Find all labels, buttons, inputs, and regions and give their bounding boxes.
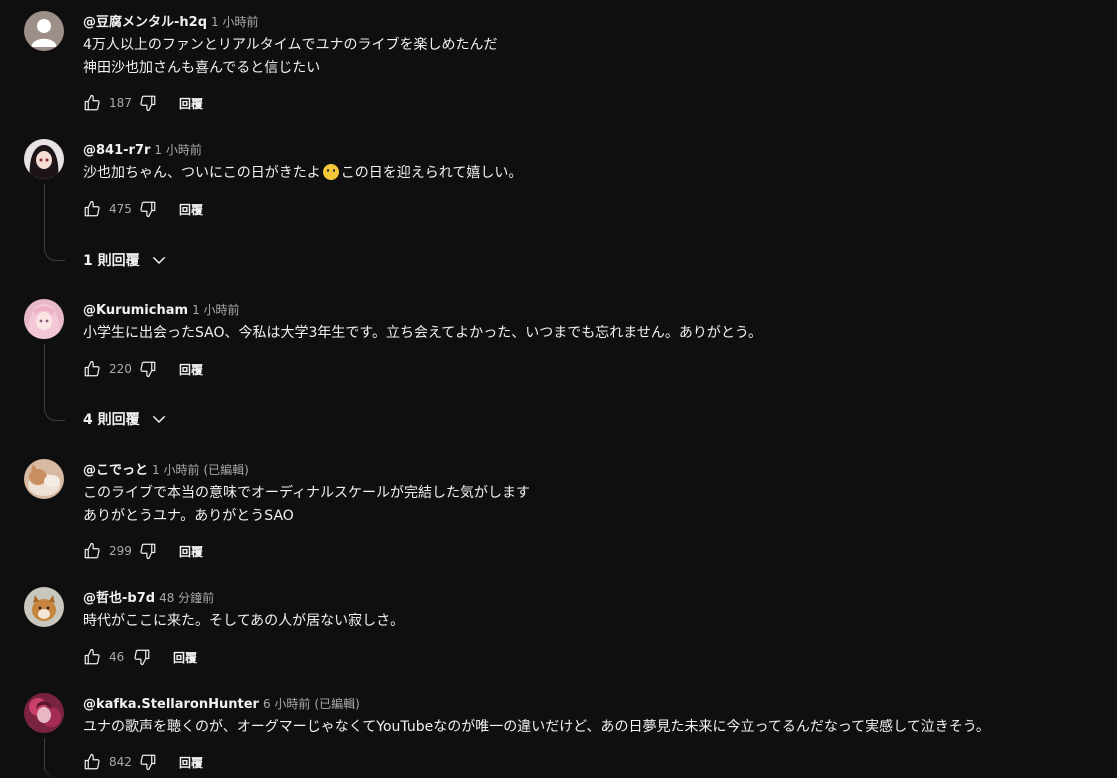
comment-text-line: 小学生に出会ったSAO、今私は大学3年生です。立ち会えてよかった、いつまでも忘れ… [83,325,763,341]
avatar[interactable] [24,299,64,339]
view-replies-button[interactable]: 4 則回覆 [83,408,168,430]
comment-text: 4万人以上のファンとリアルタイムでユナのライブを楽しめたんだ 神田沙也加さんも喜… [83,34,498,80]
reply-button[interactable]: 回覆 [173,649,197,666]
comment-header: @841-r7r 1 小時前 [83,139,202,159]
comment-text-line: ユナの歌声を聴くのが、オーグマーじゃなくてYouTubeなのが唯一の違いだけど、… [83,719,990,735]
comment-text: ユナの歌声を聴くのが、オーグマーじゃなくてYouTubeなのが唯一の違いだけど、… [83,716,990,739]
thumbs-up-icon[interactable] [83,753,101,771]
comment-time[interactable]: 6 小時前 [263,697,310,711]
thumbs-up-icon[interactable] [83,360,101,378]
thumbs-up-icon[interactable] [83,94,101,112]
thread-line [44,344,65,421]
thread-line [44,184,65,261]
comment-text-segment: 沙也加ちゃん、ついにこの日がきたよ [83,165,321,181]
like-count: 187 [109,96,132,110]
chevron-down-icon [150,410,168,428]
thumbs-up-icon[interactable] [83,542,101,560]
comment-actions: 46 回覆 [83,645,197,669]
comment-text-line: このライブで本当の意味でオーディナルスケールが完結した気がします [83,485,531,501]
thumbs-down-icon[interactable] [139,542,157,560]
reply-button[interactable]: 回覆 [179,754,203,771]
avatar[interactable] [24,587,64,627]
chevron-down-icon [150,251,168,269]
avatar[interactable] [24,139,64,179]
comment-actions: 475 回覆 [83,197,203,221]
thread-line [44,738,65,778]
like-count: 220 [109,362,132,376]
comment-actions: 842 回覆 [83,750,203,774]
comment-header: @こでっと 1 小時前 (已編輯) [83,459,249,479]
replies-count-label: 4 則回覆 [83,412,140,428]
view-replies-button[interactable]: 1 則回覆 [83,249,168,271]
comment-time[interactable]: 1 小時前 [152,463,199,477]
thumbs-down-icon[interactable] [139,200,157,218]
comment-text-line: 4万人以上のファンとリアルタイムでユナのライブを楽しめたんだ [83,37,498,53]
thumbs-down-icon[interactable] [139,753,157,771]
comment-text: このライブで本当の意味でオーディナルスケールが完結した気がします ありがとうユナ… [83,482,530,528]
thumbs-down-icon[interactable] [133,648,151,666]
comment-time[interactable]: 1 小時前 [211,15,258,29]
avatar[interactable] [24,11,64,51]
thumbs-down-icon[interactable] [139,360,157,378]
replies-count-label: 1 則回覆 [83,253,140,269]
comment-author[interactable]: @哲也-b7d [83,591,155,606]
like-count: 475 [109,202,132,216]
comment-header: @kafka.StellaronHunter 6 小時前 (已編輯) [83,693,360,713]
comment-time[interactable]: 1 小時前 [154,143,201,157]
comment-author[interactable]: @841-r7r [83,143,150,158]
comment-header: @Kurumicham 1 小時前 [83,299,240,319]
comment-author[interactable]: @kafka.StellaronHunter [83,697,259,712]
comment-text: 時代がここに来た。そしてあの人が居ない寂しさ。 [83,610,404,633]
comment-header: @哲也-b7d 48 分鐘前 [83,587,214,607]
comment-text-line: ありがとうユナ。ありがとうSAO [83,508,294,524]
comment-text-segment: この日を迎えられて嬉しい。 [340,165,523,181]
thumbs-down-icon[interactable] [139,94,157,112]
smiling-face-emoji [322,164,339,180]
edited-label: (已編輯) [203,463,249,477]
reply-button[interactable]: 回覆 [179,201,203,218]
like-count: 46 [109,650,125,664]
comment-text: 小学生に出会ったSAO、今私は大学3年生です。立ち会えてよかった、いつまでも忘れ… [83,322,762,345]
comment-author[interactable]: @Kurumicham [83,303,188,318]
comment-text-line: 時代がここに来た。そしてあの人が居ない寂しさ。 [83,613,405,629]
comment-text-line: 神田沙也加さんも喜んでると信じたい [83,60,321,76]
comment-actions: 187 回覆 [83,91,203,115]
reply-button[interactable]: 回覆 [179,95,203,112]
comment-header: @豆腐メンタル-h2q 1 小時前 [83,11,258,31]
like-count: 842 [109,755,132,769]
comment-time[interactable]: 48 分鐘前 [159,591,214,605]
avatar[interactable] [24,693,64,733]
comment-actions: 220 回覆 [83,357,203,381]
comment-actions: 299 回覆 [83,539,203,563]
thumbs-up-icon[interactable] [83,648,101,666]
comment-time[interactable]: 1 小時前 [192,303,239,317]
like-count: 299 [109,544,132,558]
reply-button[interactable]: 回覆 [179,543,203,560]
edited-label: (已編輯) [314,697,360,711]
comment-author[interactable]: @豆腐メンタル-h2q [83,15,207,30]
comment-author[interactable]: @こでっと [83,463,148,478]
comment-text: 沙也加ちゃん、ついにこの日がきたよ この日を迎えられて嬉しい。 [83,162,522,185]
avatar[interactable] [24,459,64,499]
reply-button[interactable]: 回覆 [179,361,203,378]
thumbs-up-icon[interactable] [83,200,101,218]
